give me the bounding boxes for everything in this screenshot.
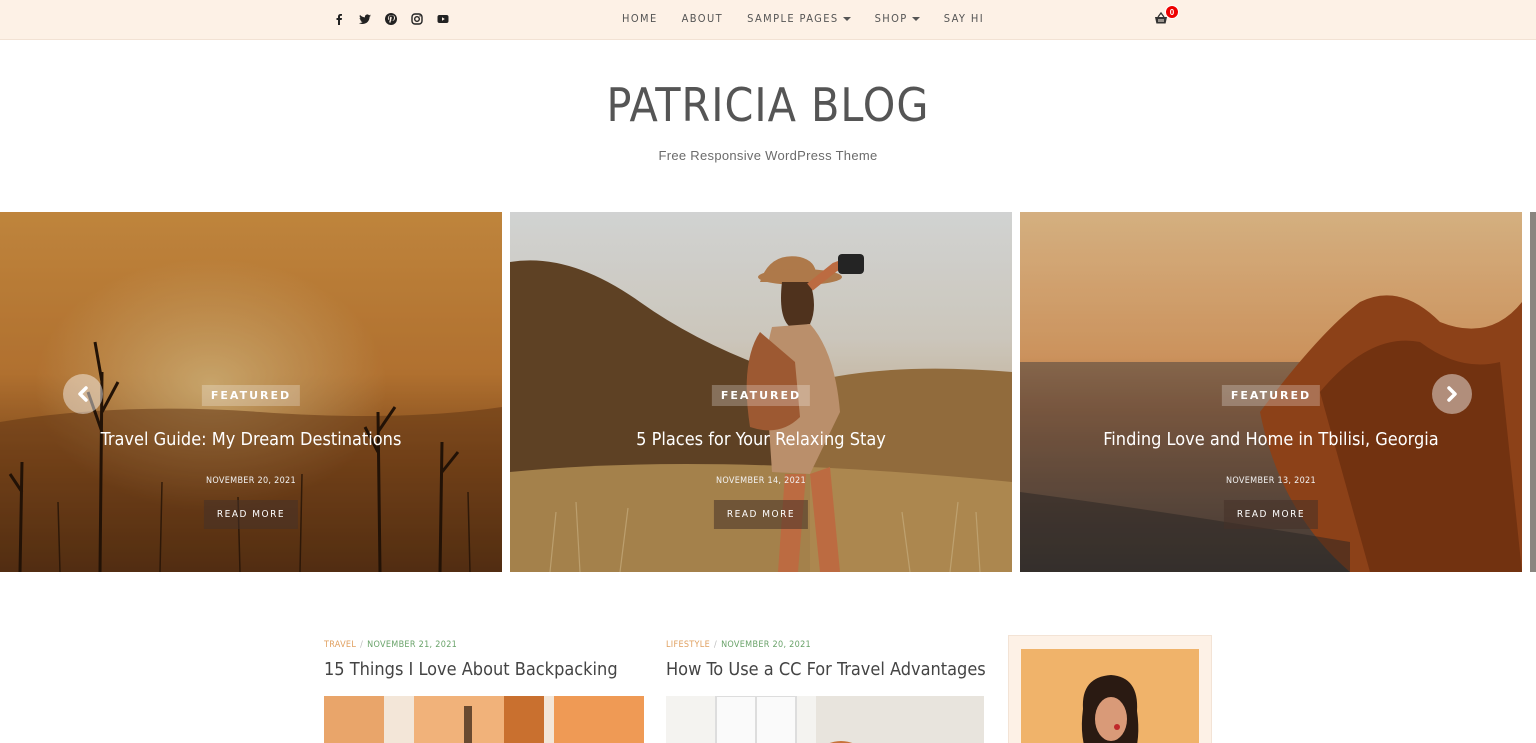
post-card: LIFESTYLE / NOVEMBER 20, 2021 How To Use a… xyxy=(666,640,986,743)
pinterest-icon[interactable] xyxy=(384,12,398,26)
youtube-icon[interactable] xyxy=(436,12,450,26)
slide-title[interactable]: 5 Places for Your Relaxing Stay xyxy=(510,429,1012,450)
post-category[interactable]: LIFESTYLE xyxy=(666,640,710,650)
nav-item-about[interactable]: ABOUT xyxy=(682,12,723,25)
slide-2[interactable]: FEATURED 5 Places for Your Relaxing Stay… xyxy=(510,212,1012,572)
twitter-icon[interactable] xyxy=(358,12,372,26)
nav-item-shop[interactable]: SHOP xyxy=(875,12,920,25)
read-more-button[interactable]: READ MORE xyxy=(713,500,809,529)
author-photo[interactable] xyxy=(1021,649,1199,743)
main-nav: HOME ABOUT SAMPLE PAGES SHOP SAY HI xyxy=(622,12,1008,25)
post-meta: TRAVEL / NOVEMBER 21, 2021 xyxy=(324,640,458,650)
site-tagline: Free Responsive WordPress Theme xyxy=(658,148,878,163)
post-meta: LIFESTYLE / NOVEMBER 20, 2021 xyxy=(666,640,811,650)
about-widget xyxy=(1008,635,1212,743)
chevron-down-icon xyxy=(842,16,851,21)
post-date[interactable]: NOVEMBER 20, 2021 xyxy=(721,640,811,650)
instagram-icon[interactable] xyxy=(410,12,424,26)
post-title[interactable]: 15 Things I Love About Backpacking xyxy=(324,659,644,680)
featured-badge[interactable]: FEATURED xyxy=(1221,385,1321,406)
featured-badge[interactable]: FEATURED xyxy=(201,385,301,406)
post-date[interactable]: NOVEMBER 21, 2021 xyxy=(367,640,457,650)
slide-date: NOVEMBER 13, 2021 xyxy=(1226,476,1316,486)
post-category[interactable]: TRAVEL xyxy=(324,640,356,650)
site-title[interactable]: PATRICIA BLOG xyxy=(0,78,1536,132)
nav-item-sample-pages[interactable]: SAMPLE PAGES xyxy=(747,12,851,25)
slide-date: NOVEMBER 14, 2021 xyxy=(716,476,806,486)
nav-item-home[interactable]: HOME xyxy=(622,12,658,25)
read-more-button[interactable]: READ MORE xyxy=(1223,500,1319,529)
chevron-left-icon xyxy=(78,386,88,402)
slider-prev-button[interactable] xyxy=(63,374,103,414)
slide-title[interactable]: Finding Love and Home in Tbilisi, Georgi… xyxy=(1020,429,1522,450)
chevron-down-icon xyxy=(911,16,920,21)
facebook-icon[interactable] xyxy=(332,12,346,26)
post-thumbnail[interactable] xyxy=(666,696,984,743)
chevron-right-icon xyxy=(1447,386,1457,402)
post-card: TRAVEL / NOVEMBER 21, 2021 15 Things I Lov… xyxy=(324,640,644,743)
read-more-button[interactable]: READ MORE xyxy=(203,500,299,529)
cart-count-badge: 0 xyxy=(1165,5,1179,19)
post-thumbnail[interactable] xyxy=(324,696,644,743)
slide-title[interactable]: Travel Guide: My Dream Destinations xyxy=(0,429,502,450)
featured-badge[interactable]: FEATURED xyxy=(711,385,811,406)
slide-date: NOVEMBER 20, 2021 xyxy=(206,476,296,486)
nav-item-say-hi[interactable]: SAY HI xyxy=(944,12,984,25)
slider-next-button[interactable] xyxy=(1432,374,1472,414)
next-slide-edge xyxy=(1530,212,1536,572)
top-bar: HOME ABOUT SAMPLE PAGES SHOP SAY HI 0 xyxy=(0,0,1536,40)
post-title[interactable]: How To Use a CC For Travel Advantages xyxy=(666,659,986,680)
social-links xyxy=(332,12,450,26)
